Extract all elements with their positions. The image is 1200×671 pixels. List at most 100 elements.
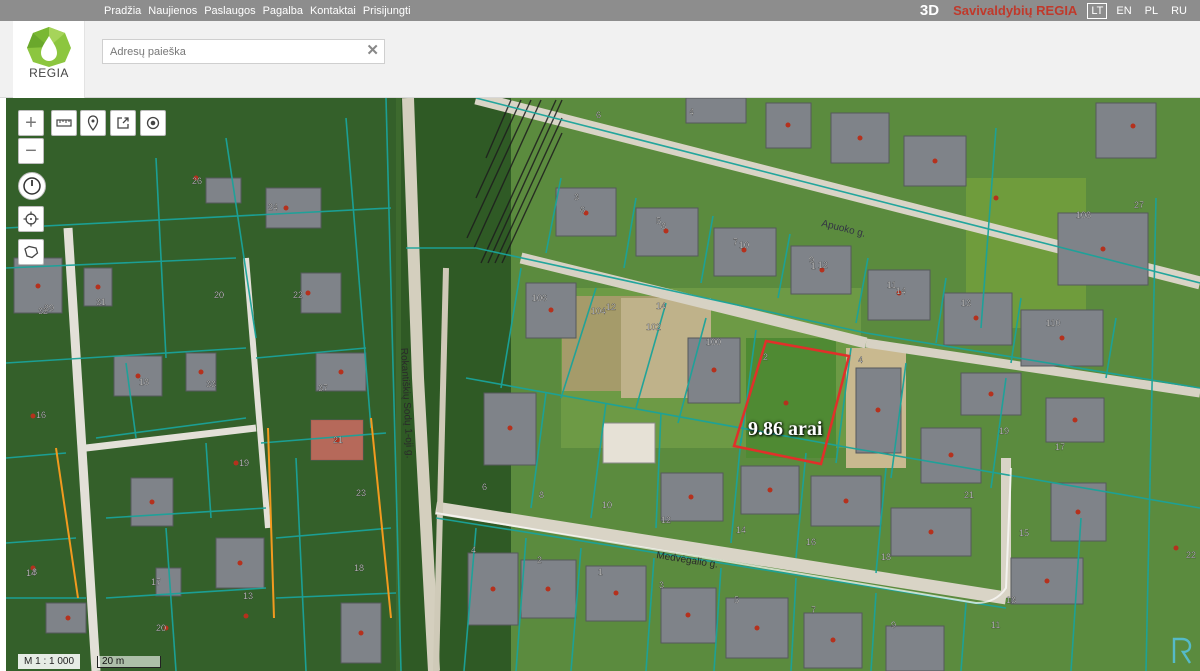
house-number: 12 <box>818 260 828 270</box>
house-number: 9 <box>809 255 814 265</box>
house-number: 17 <box>151 577 161 587</box>
house-number: 21 <box>333 435 343 445</box>
compass-icon <box>23 177 41 195</box>
house-number: 14 <box>656 301 666 311</box>
house-number: 20 <box>156 623 166 633</box>
house-number: 23 <box>356 488 366 498</box>
house-number: 106 <box>532 293 547 303</box>
house-number: 8 <box>661 221 666 231</box>
house-number: 4 <box>471 545 476 555</box>
house-number: 4 <box>689 107 694 117</box>
map-pin-icon <box>87 115 99 131</box>
language-ru[interactable]: RU <box>1171 5 1187 17</box>
house-number: 110 <box>1046 318 1060 328</box>
compass-button[interactable] <box>18 172 46 200</box>
house-number: 14 <box>896 286 906 296</box>
crosshair-icon <box>23 211 39 227</box>
house-number: 7 <box>733 237 738 247</box>
house-number: 19 <box>239 458 249 468</box>
house-number: 3 <box>574 192 579 202</box>
place-marker-button[interactable] <box>80 110 106 136</box>
house-number: 16 <box>806 537 816 547</box>
house-number: 5 <box>734 595 739 605</box>
house-number: 18 <box>881 552 891 562</box>
house-number: 16 <box>36 410 46 420</box>
house-number: 7 <box>811 605 816 615</box>
house-number: 12 <box>661 515 671 525</box>
house-number: 102 <box>646 322 661 332</box>
house-number: 6 <box>596 110 601 120</box>
polygon-draw-icon <box>24 245 39 259</box>
map-scale-bar: 20 m <box>97 656 161 668</box>
house-number: 33 <box>206 379 216 389</box>
nav-login[interactable]: Prisijungti <box>363 5 411 17</box>
topbar-right: 3D Savivaldybių REGIA LT EN PL RU <box>920 0 1200 21</box>
house-number: 13 <box>1006 595 1016 605</box>
nav-services[interactable]: Paslaugos <box>204 5 255 17</box>
export-button[interactable] <box>110 110 136 136</box>
house-number: 24 <box>268 202 278 212</box>
measure-button[interactable] <box>51 110 77 136</box>
house-number: 8 <box>539 490 544 500</box>
regia-logo-icon <box>27 27 71 67</box>
house-number: 6 <box>482 482 487 492</box>
house-number: 10 <box>602 500 612 510</box>
nav-contacts[interactable]: Kontaktai <box>310 5 356 17</box>
house-number: 19 <box>999 426 1009 436</box>
language-lt[interactable]: LT <box>1087 2 1108 19</box>
house-number: 6 <box>580 205 585 215</box>
house-number: 1 <box>598 567 603 577</box>
minus-icon: − <box>25 140 37 162</box>
house-number: 15 <box>1019 528 1029 538</box>
house-number: 104 <box>591 306 606 316</box>
logo-text: REGIA <box>29 66 69 80</box>
house-number: 9 <box>891 620 896 630</box>
house-number: 27 <box>1134 200 1144 210</box>
target-icon <box>146 116 160 130</box>
house-number: 37 <box>318 383 328 393</box>
zoom-in-button[interactable]: + <box>18 110 44 136</box>
house-number: 18 <box>354 563 364 573</box>
address-search-input[interactable] <box>103 40 363 63</box>
nav-news[interactable]: Naujienos <box>148 5 197 17</box>
nav-help[interactable]: Pagalba <box>263 5 303 17</box>
house-number: 22 <box>293 290 303 300</box>
house-number: 11 <box>887 280 896 290</box>
house-number: 31 <box>96 297 106 307</box>
locate-button[interactable] <box>140 110 166 136</box>
ruler-icon <box>56 119 72 127</box>
3d-view-button[interactable]: 3D <box>920 2 939 19</box>
house-number: 21 <box>964 490 974 500</box>
house-number: 4 <box>858 355 863 365</box>
house-number: 8 <box>32 567 37 577</box>
map-scale-ratio: M 1 : 1 000 <box>18 654 81 669</box>
export-icon <box>117 117 129 129</box>
map-view[interactable]: 26 24 22 4 32 31 20 37 33 18 21 19 16 23 13 17 14 18 20 8 6 1… <box>6 98 1200 671</box>
house-number: 13 <box>243 591 253 601</box>
zoom-out-button[interactable]: − <box>18 138 44 164</box>
logo[interactable]: REGIA <box>13 21 85 98</box>
language-pl[interactable]: PL <box>1145 5 1158 17</box>
close-icon[interactable]: ✕ <box>366 43 379 59</box>
house-number: 26 <box>192 176 202 186</box>
brand-title: Savivaldybių REGIA <box>953 3 1078 18</box>
house-number: 100 <box>706 337 721 347</box>
main-menu: Pradžia Naujienos Paslaugos Pagalba Kont… <box>104 0 411 21</box>
address-search: ✕ <box>102 39 385 64</box>
top-navigation-bar: Pradžia Naujienos Paslaugos Pagalba Kont… <box>0 0 1200 21</box>
house-number: 18 <box>139 377 149 387</box>
house-number: 2 <box>763 352 768 362</box>
house-number: 10 <box>739 240 749 250</box>
house-number: 17 <box>1055 442 1065 452</box>
house-number: 14 <box>736 525 746 535</box>
house-number: 13 <box>961 298 971 308</box>
house-number: 108 <box>1076 210 1091 220</box>
language-en[interactable]: EN <box>1116 5 1131 17</box>
draw-area-button[interactable] <box>18 239 44 265</box>
house-number: 11 <box>991 620 1000 630</box>
crosshair-button[interactable] <box>18 206 44 232</box>
selected-plot-area-label: 9.86 arai <box>748 418 823 440</box>
orthophoto-map[interactable]: 262422432312037331821191623131714 1820861… <box>6 98 1200 671</box>
nav-home[interactable]: Pradžia <box>104 5 141 17</box>
house-number: 29 <box>44 303 54 313</box>
